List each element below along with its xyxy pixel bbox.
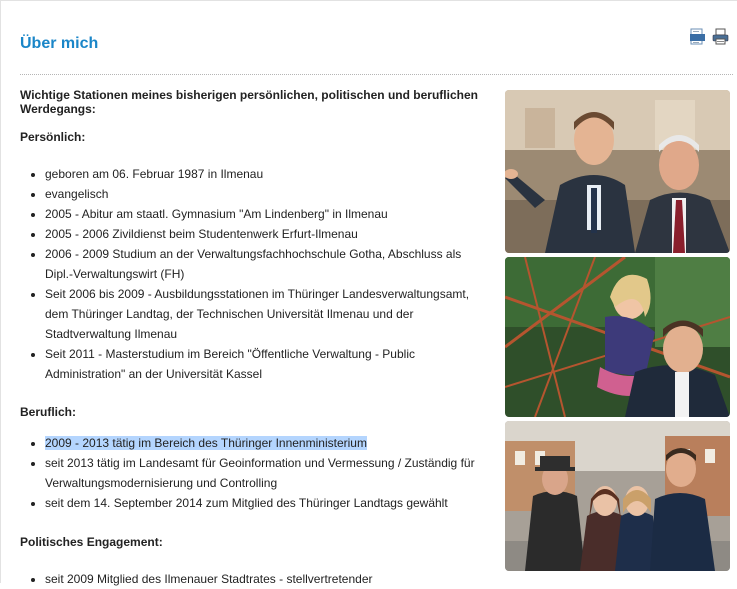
section-heading-personal: Persönlich: xyxy=(20,130,86,144)
print-icon[interactable] xyxy=(712,28,729,45)
list-item: evangelisch xyxy=(45,184,488,204)
list-item: Seit 2006 bis 2009 - Ausbildungsstatione… xyxy=(45,284,488,344)
content-panel: Über mich Wichtige Stationen meines bish… xyxy=(0,0,737,586)
pdf-icon[interactable] xyxy=(689,28,706,45)
page-title: Über mich xyxy=(20,35,99,52)
list-item: 2009 - 2013 tätig im Bereich des Thüring… xyxy=(45,433,488,453)
personal-list: geboren am 06. Februar 1987 in Ilmenau e… xyxy=(20,164,488,384)
photo-two-politicians xyxy=(505,90,730,253)
biography-text: Wichtige Stationen meines bisherigen per… xyxy=(20,88,488,589)
list-item: seit 2013 tätig im Landesamt für Geoinfo… xyxy=(45,453,488,493)
list-item: 2006 - 2009 Studium an der Verwaltungsfa… xyxy=(45,244,488,284)
toolbar-icons xyxy=(689,28,729,45)
list-item: Seit 2011 - Masterstudium im Bereich "Öf… xyxy=(45,344,488,384)
photo-with-child xyxy=(505,257,730,417)
title-divider xyxy=(20,74,733,75)
political-list: seit 2009 Mitglied des Ilmenauer Stadtra… xyxy=(20,569,488,589)
list-item: geboren am 06. Februar 1987 in Ilmenau xyxy=(45,164,488,184)
intro-text: Wichtige Stationen meines bisherigen per… xyxy=(20,88,478,116)
professional-list: 2009 - 2013 tätig im Bereich des Thüring… xyxy=(20,433,488,513)
photo-column xyxy=(505,90,730,575)
list-item: 2005 - Abitur am staatl. Gymnasium "Am L… xyxy=(45,204,488,224)
section-heading-political: Politisches Engagement: xyxy=(20,535,163,549)
photo-group-street xyxy=(505,421,730,571)
list-item: seit 2009 Mitglied des Ilmenauer Stadtra… xyxy=(45,569,488,589)
section-heading-professional: Beruflich: xyxy=(20,405,77,419)
list-item: 2005 - 2006 Zivildienst beim Studentenwe… xyxy=(45,224,488,244)
selected-text: 2009 - 2013 tätig im Bereich des Thüring… xyxy=(45,436,367,450)
list-item: seit dem 14. September 2014 zum Mitglied… xyxy=(45,493,488,513)
